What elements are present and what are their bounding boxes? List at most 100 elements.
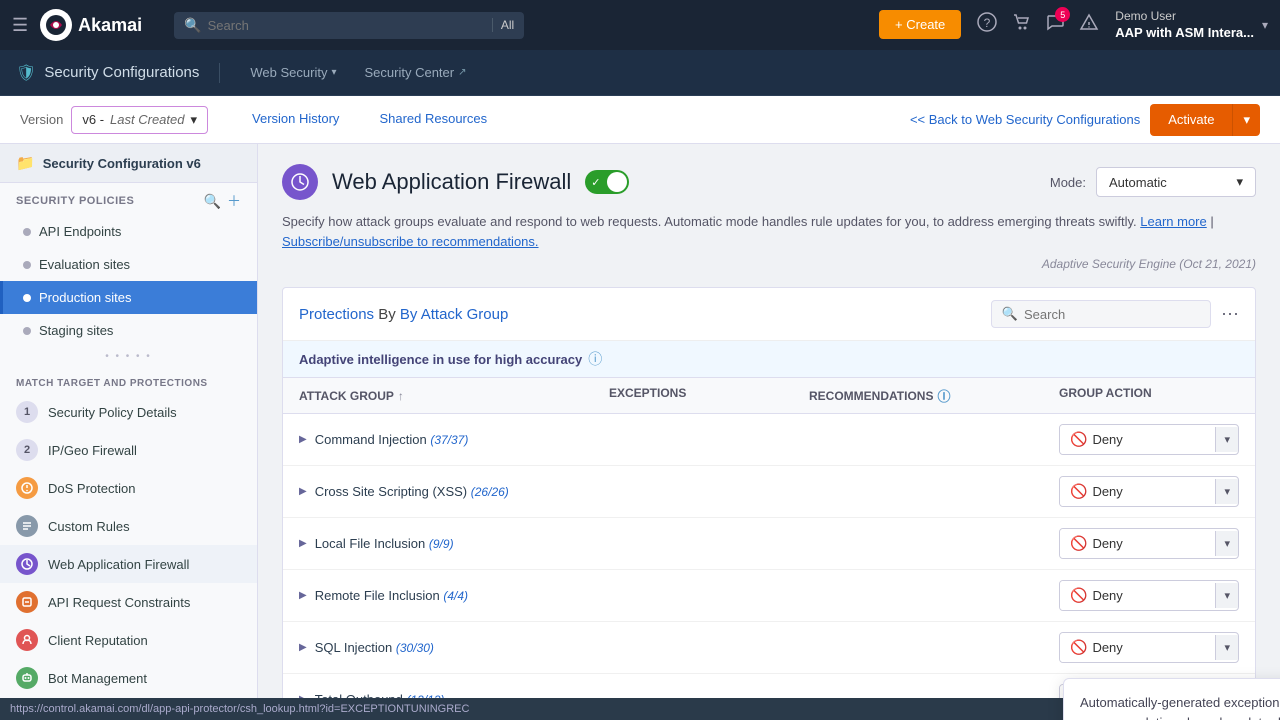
sub-navigation: 🛡 Security Configurations Web Security ▾… bbox=[0, 50, 1280, 96]
expand-icon[interactable]: ▶ bbox=[299, 434, 307, 445]
action-dropdown-0: 🚫 Deny ▾ bbox=[1059, 424, 1239, 455]
svg-text:?: ? bbox=[984, 16, 991, 30]
table-row: ▶ Remote File Inclusion (4/4) 🚫 Deny bbox=[283, 570, 1255, 622]
protections-search-input[interactable] bbox=[1024, 307, 1200, 322]
sidebar-item-ip-geo-firewall[interactable]: 2 IP/Geo Firewall bbox=[0, 431, 257, 469]
adaptive-banner: Adaptive intelligence in use for high ac… bbox=[283, 341, 1255, 378]
activate-button[interactable]: Activate bbox=[1150, 104, 1232, 136]
create-button[interactable]: + Create bbox=[879, 10, 961, 39]
security-policies-title: SECURITY POLICIES bbox=[16, 195, 134, 207]
search-policies-button[interactable]: 🔍 bbox=[204, 191, 221, 211]
help-icon[interactable]: ? bbox=[977, 12, 997, 37]
expand-icon[interactable]: ▶ bbox=[299, 538, 307, 549]
waf-toggle[interactable]: ✓ bbox=[585, 170, 629, 194]
learn-more-link[interactable]: Learn more bbox=[1140, 214, 1206, 229]
action-caret-2[interactable]: ▾ bbox=[1215, 531, 1238, 556]
logo-icon bbox=[40, 9, 72, 41]
user-account: AAP with ASM Intera... bbox=[1115, 24, 1254, 42]
expand-icon[interactable]: ▶ bbox=[299, 590, 307, 601]
activate-caret-button[interactable]: ▾ bbox=[1232, 104, 1260, 136]
sidebar-item-label: Security Policy Details bbox=[48, 405, 177, 420]
protections-more-button[interactable]: ⋯ bbox=[1221, 304, 1239, 325]
col-attack-group[interactable]: Attack Group ↑ bbox=[299, 386, 609, 405]
sidebar-item-staging-sites[interactable]: Staging sites bbox=[0, 314, 257, 347]
sidebar-item-api-request-constraints[interactable]: API Request Constraints bbox=[0, 583, 257, 621]
sidebar-item-bot-management[interactable]: Bot Management bbox=[0, 659, 257, 697]
sidebar-item-label: Custom Rules bbox=[48, 519, 130, 534]
colored-icon bbox=[16, 591, 38, 613]
logo: Akamai bbox=[40, 9, 142, 41]
add-policy-button[interactable]: ＋ bbox=[227, 191, 241, 211]
mode-value: Automatic bbox=[1109, 175, 1167, 190]
sidebar-item-security-policy-details[interactable]: 1 Security Policy Details bbox=[0, 393, 257, 431]
search-icon: 🔍 bbox=[184, 17, 201, 34]
recommendations-info-icon[interactable]: ⓘ bbox=[937, 386, 950, 405]
expand-icon[interactable]: ▶ bbox=[299, 642, 307, 653]
deny-icon: 🚫 bbox=[1070, 483, 1087, 500]
tab-bar-right: << Back to Web Security Configurations A… bbox=[910, 104, 1260, 136]
search-filter-dropdown[interactable]: All bbox=[492, 18, 514, 32]
waf-icon bbox=[282, 164, 318, 200]
sidebar-item-client-reputation[interactable]: Client Reputation bbox=[0, 621, 257, 659]
col-recommendations: Recommendations ⓘ bbox=[809, 386, 1059, 405]
content-inner: Web Application Firewall ✓ Mode: Automat… bbox=[258, 144, 1280, 720]
cart-icon[interactable] bbox=[1011, 12, 1031, 37]
engine-note: Adaptive Security Engine (Oct 21, 2021) bbox=[282, 257, 1256, 271]
action-caret-1[interactable]: ▾ bbox=[1215, 479, 1238, 504]
sidebar-policies-header: SECURITY POLICIES 🔍 ＋ bbox=[0, 183, 257, 215]
section-title: 🛡 Security Configurations bbox=[16, 63, 220, 83]
sidebar-item-production-sites[interactable]: Production sites bbox=[0, 281, 257, 314]
sidebar-item-dos-protection[interactable]: DoS Protection bbox=[0, 469, 257, 507]
chat-icon[interactable]: 5 bbox=[1045, 12, 1065, 37]
table-row: ▶ Local File Inclusion (9/9) 🚫 Deny bbox=[283, 518, 1255, 570]
match-target-title: MATCH TARGET AND PROTECTIONS bbox=[0, 374, 257, 393]
section-resize: • • • • • bbox=[0, 347, 257, 366]
colored-icon bbox=[16, 629, 38, 651]
version-dropdown[interactable]: v6 - Last Created ▾ bbox=[71, 106, 208, 134]
sidebar-item-label: Web Application Firewall bbox=[48, 557, 189, 572]
sidebar-config-title: Security Configuration v6 bbox=[43, 156, 201, 171]
action-caret-4[interactable]: ▾ bbox=[1215, 635, 1238, 660]
num-icon: 1 bbox=[16, 401, 38, 423]
mode-caret-icon: ▾ bbox=[1236, 174, 1243, 190]
chat-badge: 5 bbox=[1055, 7, 1070, 22]
user-menu-caret[interactable]: ▾ bbox=[1262, 18, 1268, 32]
version-italic: Last Created bbox=[110, 112, 184, 127]
back-link[interactable]: << Back to Web Security Configurations bbox=[910, 112, 1140, 127]
search-bar[interactable]: 🔍 All bbox=[174, 12, 524, 39]
tab-bar: Version v6 - Last Created ▾ Version Hist… bbox=[0, 96, 1280, 144]
adaptive-info-icon[interactable]: ⓘ bbox=[588, 349, 602, 369]
protections-header: Protections By By Attack Group 🔍 ⋯ bbox=[283, 288, 1255, 341]
action-caret-3[interactable]: ▾ bbox=[1215, 583, 1238, 608]
protections-search[interactable]: 🔍 bbox=[991, 300, 1211, 328]
sidebar-item-label: Bot Management bbox=[48, 671, 147, 686]
mode-dropdown[interactable]: Automatic ▾ bbox=[1096, 167, 1256, 197]
security-center-link[interactable]: Security Center ↗ bbox=[351, 50, 481, 96]
sidebar-item-label: Production sites bbox=[39, 290, 132, 305]
main-layout: 📁 Security Configuration v6 SECURITY POL… bbox=[0, 144, 1280, 720]
recommendations-tooltip: Automatically-generated exception settin… bbox=[1063, 678, 1280, 720]
tab-shared-resources[interactable]: Shared Resources bbox=[359, 96, 507, 144]
search-input[interactable] bbox=[208, 18, 486, 33]
deny-icon: 🚫 bbox=[1070, 535, 1087, 552]
user-name: Demo User bbox=[1115, 9, 1176, 23]
tab-version-history[interactable]: Version History bbox=[232, 96, 359, 144]
colored-icon bbox=[16, 553, 38, 575]
sidebar-item-evaluation-sites[interactable]: Evaluation sites bbox=[0, 248, 257, 281]
toggle-knob bbox=[607, 172, 627, 192]
sidebar-item-custom-rules[interactable]: Custom Rules bbox=[0, 507, 257, 545]
web-security-link[interactable]: Web Security ▾ bbox=[236, 50, 350, 96]
alert-icon[interactable] bbox=[1079, 12, 1099, 37]
action-caret-0[interactable]: ▾ bbox=[1215, 427, 1238, 452]
sidebar-item-web-application-firewall[interactable]: Web Application Firewall bbox=[0, 545, 257, 583]
protections-search-icon: 🔍 bbox=[1002, 306, 1018, 322]
sub-nav-links: Web Security ▾ Security Center ↗ bbox=[236, 50, 480, 96]
hamburger-icon[interactable]: ☰ bbox=[12, 15, 28, 36]
table-row: ▶ SQL Injection (30/30) 🚫 Deny ▾ bbox=[283, 622, 1255, 674]
expand-icon[interactable]: ▶ bbox=[299, 486, 307, 497]
subscribe-link[interactable]: Subscribe/unsubscribe to recommendations… bbox=[282, 234, 539, 249]
waf-title: Web Application Firewall bbox=[332, 169, 571, 195]
action-dropdown-4: 🚫 Deny ▾ bbox=[1059, 632, 1239, 663]
sidebar-item-api-endpoints[interactable]: API Endpoints bbox=[0, 215, 257, 248]
main-content: Web Application Firewall ✓ Mode: Automat… bbox=[258, 144, 1280, 720]
